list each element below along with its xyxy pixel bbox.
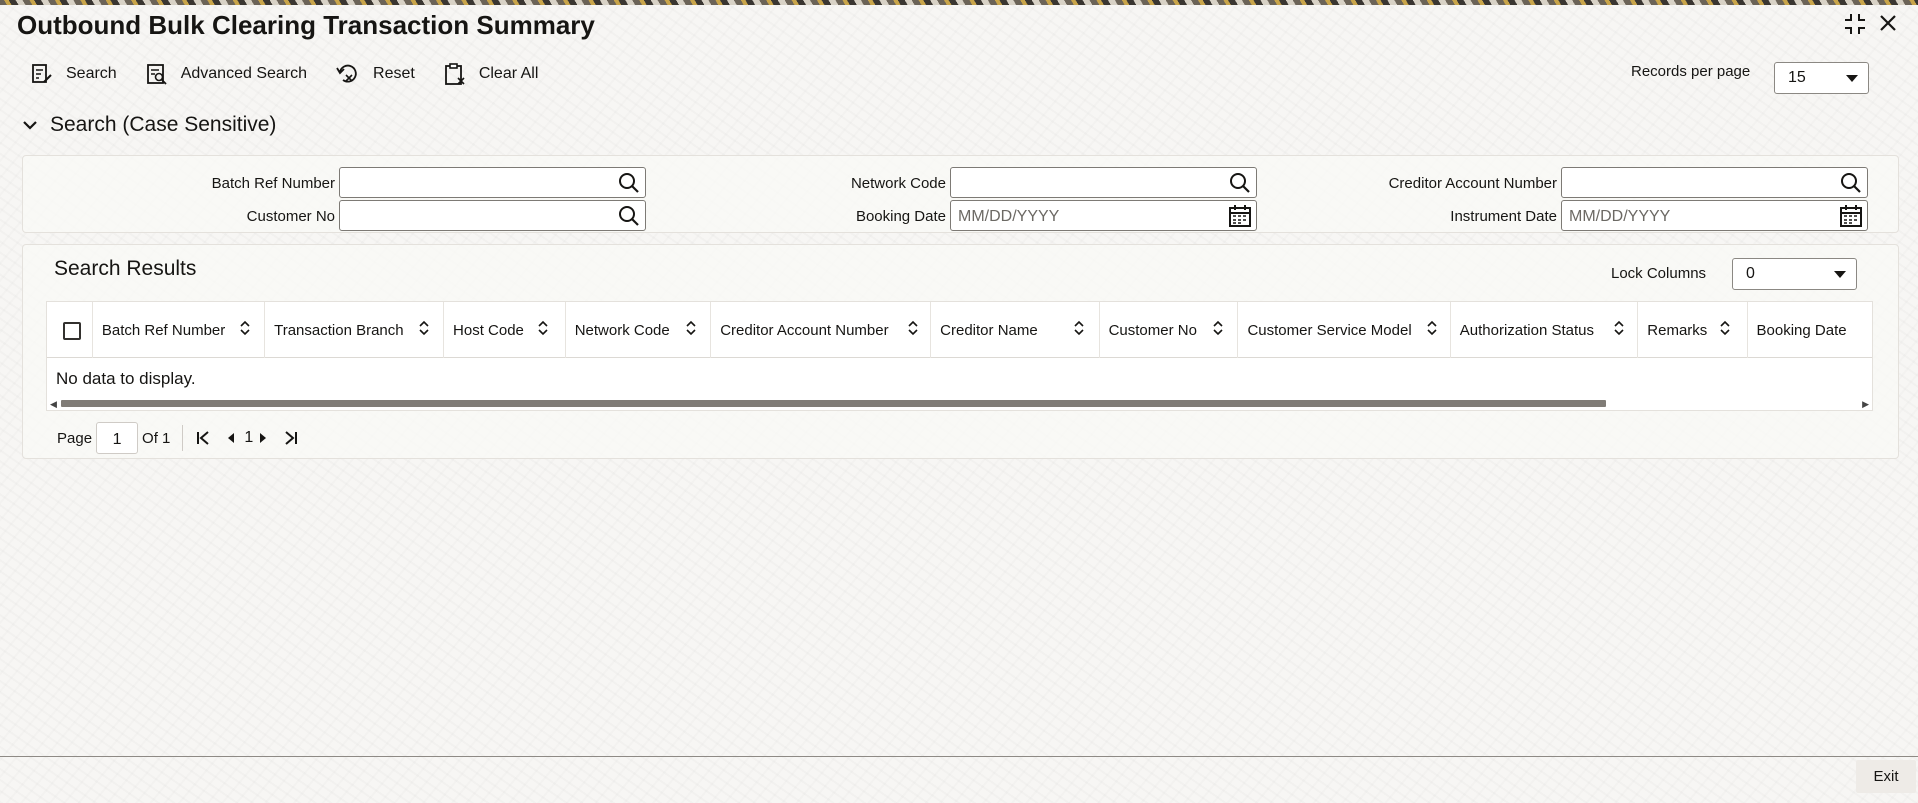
calendar-icon[interactable] bbox=[1228, 204, 1252, 228]
sort-icon[interactable] bbox=[536, 319, 550, 337]
reset-button[interactable]: Reset bbox=[335, 62, 415, 86]
pager-divider bbox=[182, 425, 184, 451]
scroll-left-icon[interactable]: ◀ bbox=[50, 399, 57, 410]
column-header-transaction-branch[interactable]: Transaction Branch bbox=[265, 302, 445, 358]
column-header-creditor-account-number[interactable]: Creditor Account Number bbox=[711, 302, 932, 358]
next-page-icon[interactable] bbox=[257, 429, 269, 447]
page-label: Page bbox=[57, 429, 93, 447]
last-page-icon[interactable] bbox=[283, 429, 299, 447]
batch-ref-number-label: Batch Ref Number bbox=[211, 175, 335, 192]
creditor-account-number-label: Creditor Account Number bbox=[1388, 175, 1557, 192]
column-header-host-code[interactable]: Host Code bbox=[444, 302, 566, 358]
creditor-account-number-input[interactable] bbox=[1561, 167, 1868, 198]
chevron-down-icon bbox=[1834, 271, 1846, 278]
reset-icon bbox=[336, 64, 357, 83]
instrument-date-input[interactable]: MM/DD/YYYY bbox=[1561, 200, 1868, 231]
page-number-input[interactable]: 1 bbox=[96, 422, 139, 454]
results-table: Batch Ref Number Transaction Branch Host… bbox=[46, 301, 1873, 411]
sort-icon[interactable] bbox=[906, 319, 920, 337]
search-button[interactable]: Search bbox=[30, 62, 117, 86]
booking-date-input[interactable]: MM/DD/YYYY bbox=[950, 200, 1257, 231]
page-indicator: 1 bbox=[244, 429, 254, 446]
customer-no-input[interactable] bbox=[339, 200, 646, 231]
network-code-label: Network Code bbox=[850, 175, 946, 192]
select-all-cell bbox=[47, 302, 93, 358]
toolbar: Search Advanced Search Reset Clear All bbox=[30, 62, 566, 86]
sort-icon[interactable] bbox=[684, 319, 698, 337]
column-header-batch-ref-number[interactable]: Batch Ref Number bbox=[93, 302, 266, 358]
column-header-customer-no[interactable]: Customer No bbox=[1100, 302, 1239, 358]
records-per-page-select[interactable]: 15 bbox=[1774, 62, 1869, 94]
top-decorative-strip bbox=[0, 0, 1918, 5]
batch-ref-number-input[interactable] bbox=[339, 167, 646, 198]
chevron-down-icon bbox=[1846, 75, 1858, 82]
booking-date-label: Booking Date bbox=[855, 208, 946, 225]
page-of-label: Of 1 bbox=[142, 429, 171, 447]
sort-icon[interactable] bbox=[1612, 319, 1626, 337]
search-button-label: Search bbox=[66, 65, 117, 82]
column-header-booking-date[interactable]: Booking Date bbox=[1748, 302, 1872, 358]
column-header-authorization-status[interactable]: Authorization Status bbox=[1451, 302, 1639, 358]
pagination: Page 1 Of 1 1 bbox=[57, 422, 299, 454]
scrollbar-thumb[interactable] bbox=[61, 400, 1606, 407]
search-criteria-panel: Batch Ref Number Network Code Creditor A… bbox=[22, 155, 1899, 233]
lock-columns-label: Lock Columns bbox=[1611, 265, 1707, 282]
previous-page-icon[interactable] bbox=[225, 429, 237, 447]
search-form-icon bbox=[32, 64, 52, 83]
clear-all-button[interactable]: Clear All bbox=[443, 62, 539, 86]
records-per-page-value: 15 bbox=[1788, 69, 1806, 86]
calendar-icon[interactable] bbox=[1839, 204, 1863, 228]
search-results-title: Search Results bbox=[54, 257, 197, 280]
customer-no-label: Customer No bbox=[246, 208, 335, 225]
search-section-title: Search (Case Sensitive) bbox=[50, 113, 277, 136]
search-icon[interactable] bbox=[1839, 171, 1863, 195]
exit-button[interactable]: Exit bbox=[1856, 760, 1916, 793]
page-title: Outbound Bulk Clearing Transaction Summa… bbox=[17, 10, 595, 40]
footer-divider bbox=[0, 756, 1918, 757]
scroll-right-icon[interactable]: ▶ bbox=[1862, 399, 1869, 410]
search-icon[interactable] bbox=[1228, 171, 1252, 195]
search-section-toggle[interactable]: Search (Case Sensitive) bbox=[22, 113, 276, 137]
lock-columns-select[interactable]: 0 bbox=[1732, 258, 1857, 290]
column-header-customer-service-model[interactable]: Customer Service Model bbox=[1238, 302, 1451, 358]
collapse-icon[interactable] bbox=[1843, 12, 1867, 42]
instrument-date-label: Instrument Date bbox=[1450, 208, 1557, 225]
horizontal-scrollbar[interactable]: ◀ ▶ bbox=[47, 397, 1872, 410]
sort-icon[interactable] bbox=[238, 319, 252, 337]
clear-all-button-label: Clear All bbox=[478, 65, 539, 82]
sort-icon[interactable] bbox=[1072, 319, 1086, 337]
reset-button-label: Reset bbox=[373, 65, 415, 82]
table-header: Batch Ref Number Transaction Branch Host… bbox=[47, 302, 1872, 358]
select-all-checkbox[interactable] bbox=[63, 322, 81, 340]
records-per-page-label: Records per page bbox=[1631, 63, 1751, 80]
network-code-input[interactable] bbox=[950, 167, 1257, 198]
sort-icon[interactable] bbox=[417, 319, 431, 337]
chevron-down-icon bbox=[23, 121, 37, 130]
column-header-creditor-name[interactable]: Creditor Name bbox=[931, 302, 1100, 358]
search-icon[interactable] bbox=[617, 204, 641, 228]
lock-columns-value: 0 bbox=[1746, 265, 1755, 282]
advanced-search-button-label: Advanced Search bbox=[180, 65, 308, 82]
advanced-search-button[interactable]: Advanced Search bbox=[145, 62, 307, 86]
no-data-message: No data to display. bbox=[56, 369, 196, 388]
close-icon[interactable] bbox=[1877, 12, 1899, 40]
advanced-search-icon bbox=[146, 64, 167, 85]
sort-icon[interactable] bbox=[1211, 319, 1225, 337]
clipboard-clear-icon bbox=[444, 63, 465, 85]
sort-icon[interactable] bbox=[1425, 319, 1439, 337]
search-icon[interactable] bbox=[617, 171, 641, 195]
first-page-icon[interactable] bbox=[195, 429, 211, 447]
column-header-remarks[interactable]: Remarks bbox=[1638, 302, 1748, 358]
sort-icon[interactable] bbox=[1718, 319, 1732, 337]
column-header-network-code[interactable]: Network Code bbox=[566, 302, 712, 358]
